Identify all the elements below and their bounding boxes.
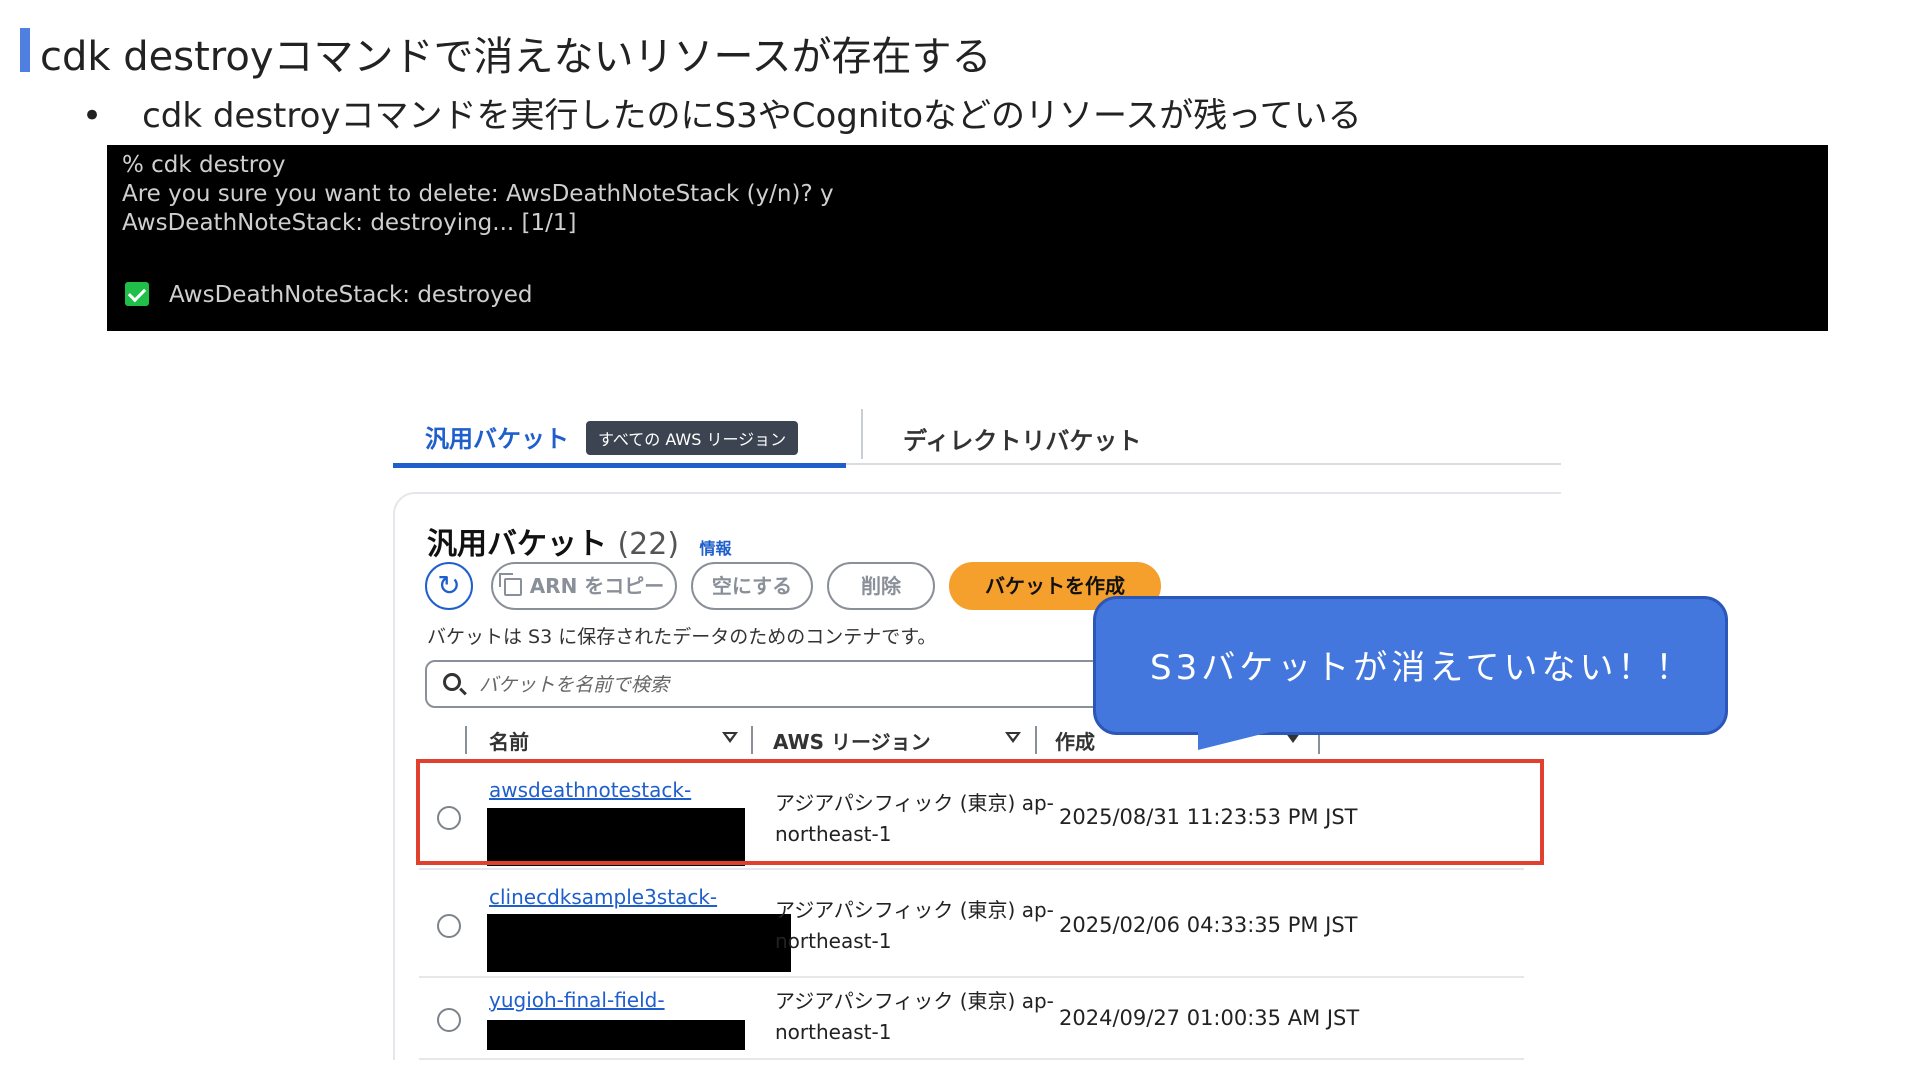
- title-accent-bar: [20, 28, 30, 72]
- terminal-result-text: AwsDeathNoteStack: destroyed: [169, 282, 533, 308]
- row-radio[interactable]: [437, 1008, 461, 1032]
- card-title-text: 汎用バケット: [427, 527, 607, 562]
- bucket-name-link[interactable]: clinecdksample3stack-: [489, 885, 717, 909]
- column-header-created[interactable]: 作成: [1055, 726, 1095, 755]
- info-link[interactable]: 情報: [700, 539, 732, 558]
- callout-text: S3バケットが消えていない！！: [1150, 648, 1694, 688]
- column-header-region[interactable]: AWS リージョン: [773, 726, 931, 755]
- terminal-line: Are you sure you want to delete: AwsDeat…: [122, 181, 834, 207]
- slide-title: cdk destroyコマンドで消えないリソースが存在する: [40, 34, 992, 80]
- bucket-created: 2025/02/06 04:33:35 PM JST: [1059, 913, 1358, 937]
- bullet-dot: •: [82, 96, 103, 136]
- card-description: バケットは S3 に保存されたデータのためのコンテナです。: [427, 626, 937, 648]
- sort-icon[interactable]: [1005, 732, 1021, 743]
- row-radio[interactable]: [437, 914, 461, 938]
- region-line: アジアパシフィック (東京) ap-: [775, 989, 1054, 1013]
- terminal-output: % cdk destroy Are you sure you want to d…: [107, 145, 1828, 331]
- bucket-name-link[interactable]: yugioh-final-field-: [489, 988, 665, 1012]
- copy-arn-button[interactable]: ARN をコピー: [491, 562, 677, 610]
- bucket-created: 2024/09/27 01:00:35 AM JST: [1059, 1006, 1360, 1030]
- tab-directory-buckets[interactable]: ディレクトリバケット: [903, 421, 1141, 456]
- region-line: northeast-1: [775, 1020, 892, 1044]
- column-divider: [465, 726, 467, 754]
- tab-general-purpose-buckets[interactable]: 汎用バケット すべての AWS リージョン: [393, 407, 846, 468]
- tab-divider: [861, 409, 863, 459]
- copy-arn-label: ARN をコピー: [529, 574, 665, 598]
- bucket-count: (22): [617, 527, 680, 562]
- table-row[interactable]: clinecdksample3stack- アジアパシフィック (東京) ap-…: [419, 872, 1524, 978]
- redaction-block: [487, 914, 791, 972]
- empty-button[interactable]: 空にする: [691, 562, 813, 610]
- sort-icon[interactable]: [722, 732, 738, 743]
- refresh-button[interactable]: ↻: [425, 562, 473, 610]
- copy-icon: [498, 573, 522, 596]
- column-divider: [751, 726, 753, 754]
- delete-button[interactable]: 削除: [827, 562, 935, 610]
- bucket-region: アジアパシフィック (東京) ap- northeast-1: [775, 986, 1054, 1048]
- check-icon: [125, 282, 149, 306]
- search-input[interactable]: [479, 670, 1179, 700]
- redaction-block: [487, 1020, 745, 1050]
- tab-label: 汎用バケット: [425, 425, 569, 453]
- column-divider: [1035, 726, 1037, 754]
- bucket-region: アジアパシフィック (東京) ap- northeast-1: [775, 895, 1054, 957]
- region-line: アジアパシフィック (東京) ap-: [775, 898, 1054, 922]
- terminal-line: AwsDeathNoteStack: destroying... [1/1]: [122, 210, 577, 236]
- region-badge: すべての AWS リージョン: [586, 421, 799, 455]
- terminal-result-line: AwsDeathNoteStack: destroyed: [122, 281, 1813, 310]
- table-row[interactable]: yugioh-final-field- アジアパシフィック (東京) ap- n…: [419, 980, 1524, 1060]
- search-icon: [443, 673, 461, 691]
- refresh-icon: ↻: [437, 570, 461, 601]
- terminal-line: % cdk destroy: [122, 152, 286, 178]
- highlight-box: [416, 759, 1544, 865]
- bullet-text: cdk destroyコマンドを実行したのにS3やCognitoなどのリソースが…: [142, 96, 1362, 136]
- column-header-name[interactable]: 名前: [489, 726, 529, 755]
- bucket-tabs: 汎用バケット すべての AWS リージョン ディレクトリバケット: [393, 407, 1561, 468]
- region-line: northeast-1: [775, 929, 892, 953]
- callout-tail: [1198, 730, 1278, 750]
- bullet-point: • cdk destroyコマンドを実行したのにS3やCognitoなどのリソース…: [82, 88, 1362, 137]
- card-title: 汎用バケット (22) 情報: [427, 519, 732, 563]
